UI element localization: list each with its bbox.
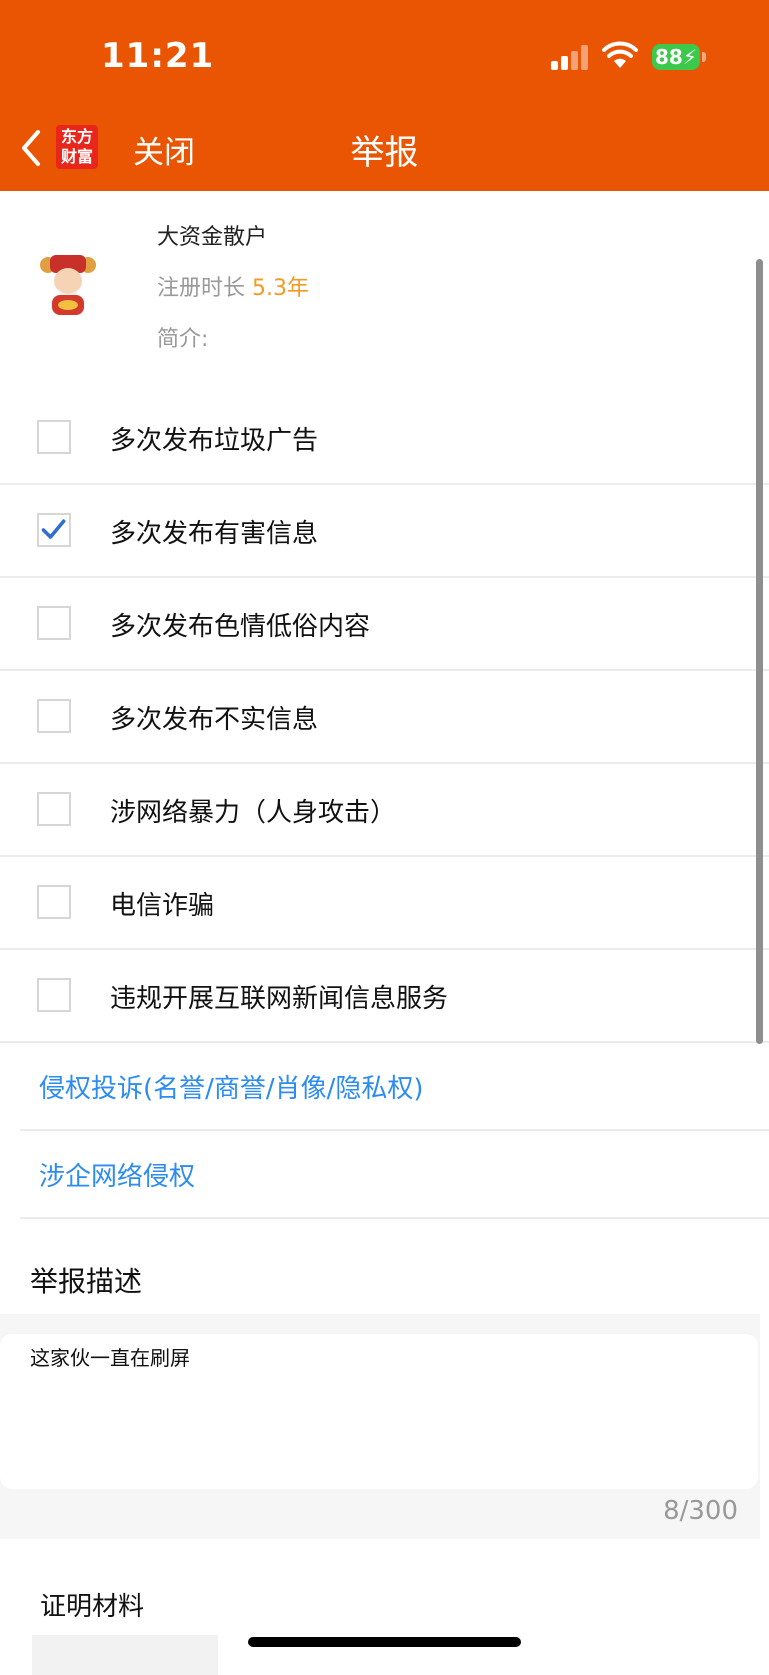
wifi-icon xyxy=(602,41,638,68)
reason-item[interactable]: 电信诈骗 xyxy=(0,857,769,950)
link-label: 涉企网络侵权 xyxy=(39,1162,196,1192)
reason-label: 违规开展互联网新闻信息服务 xyxy=(110,984,449,1014)
reason-item[interactable]: 涉网络暴力（人身攻击） xyxy=(0,764,769,857)
checkbox[interactable] xyxy=(37,606,71,640)
reason-item[interactable]: 多次发布不实信息 xyxy=(0,671,769,764)
checkbox[interactable] xyxy=(37,420,71,454)
description-text: 这家伙一直在刷屏 xyxy=(30,1346,190,1370)
reason-label: 多次发布不实信息 xyxy=(110,705,319,735)
user-intro: 简介: xyxy=(157,327,209,352)
reason-item[interactable]: 多次发布垃圾广告 xyxy=(0,392,769,485)
checkmark-icon xyxy=(41,519,66,539)
battery-tip xyxy=(702,52,706,62)
checkbox[interactable] xyxy=(37,699,71,733)
battery-level: 88 xyxy=(655,45,683,69)
description-title: 举报描述 xyxy=(30,1265,143,1298)
reason-item[interactable]: 多次发布有害信息 xyxy=(0,485,769,578)
enterprise-infringement-link[interactable]: 涉企网络侵权 xyxy=(20,1131,769,1219)
home-indicator[interactable] xyxy=(248,1637,521,1647)
status-time: 11:21 xyxy=(101,36,215,76)
battery-icon: 88⚡ xyxy=(652,44,700,70)
reg-value: 5.3年 xyxy=(252,276,310,301)
user-name: 大资金散户 xyxy=(157,225,268,250)
checkbox[interactable] xyxy=(37,885,71,919)
reason-item[interactable]: 违规开展互联网新闻信息服务 xyxy=(0,950,769,1043)
reg-label: 注册时长 xyxy=(157,276,246,301)
avatar[interactable] xyxy=(32,247,104,319)
top-bar: 11:21 88⚡ 东方 财富 关闭 举报 xyxy=(0,0,769,191)
cellular-signal-icon xyxy=(551,44,591,70)
proof-title: 证明材料 xyxy=(40,1592,145,1622)
reason-label: 多次发布色情低俗内容 xyxy=(110,612,371,642)
registration-duration: 注册时长 5.3年 xyxy=(157,270,309,302)
reason-label: 多次发布有害信息 xyxy=(110,519,319,549)
description-textarea[interactable]: 这家伙一直在刷屏 xyxy=(0,1334,758,1489)
checkbox[interactable] xyxy=(37,792,71,826)
checkbox[interactable] xyxy=(37,978,71,1012)
reason-label: 涉网络暴力（人身攻击） xyxy=(110,798,397,828)
proof-upload-slot[interactable] xyxy=(32,1635,218,1675)
description-section: 这家伙一直在刷屏 8/300 xyxy=(0,1314,760,1539)
checkbox[interactable] xyxy=(37,513,71,547)
reason-item[interactable]: 多次发布色情低俗内容 xyxy=(0,578,769,671)
report-content: 大资金散户 注册时长 5.3年 简介: 多次发布垃圾广告 多次发布有害信息 多次… xyxy=(0,191,769,1675)
link-label: 侵权投诉(名誉/商誉/肖像/隐私权) xyxy=(39,1074,424,1104)
reason-label: 多次发布垃圾广告 xyxy=(110,426,319,456)
reason-label: 电信诈骗 xyxy=(110,891,215,921)
scrollbar[interactable] xyxy=(756,259,763,1044)
char-counter: 8/300 xyxy=(663,1496,738,1526)
infringement-complaint-link[interactable]: 侵权投诉(名誉/商誉/肖像/隐私权) xyxy=(20,1043,769,1131)
page-title: 举报 xyxy=(350,133,419,173)
